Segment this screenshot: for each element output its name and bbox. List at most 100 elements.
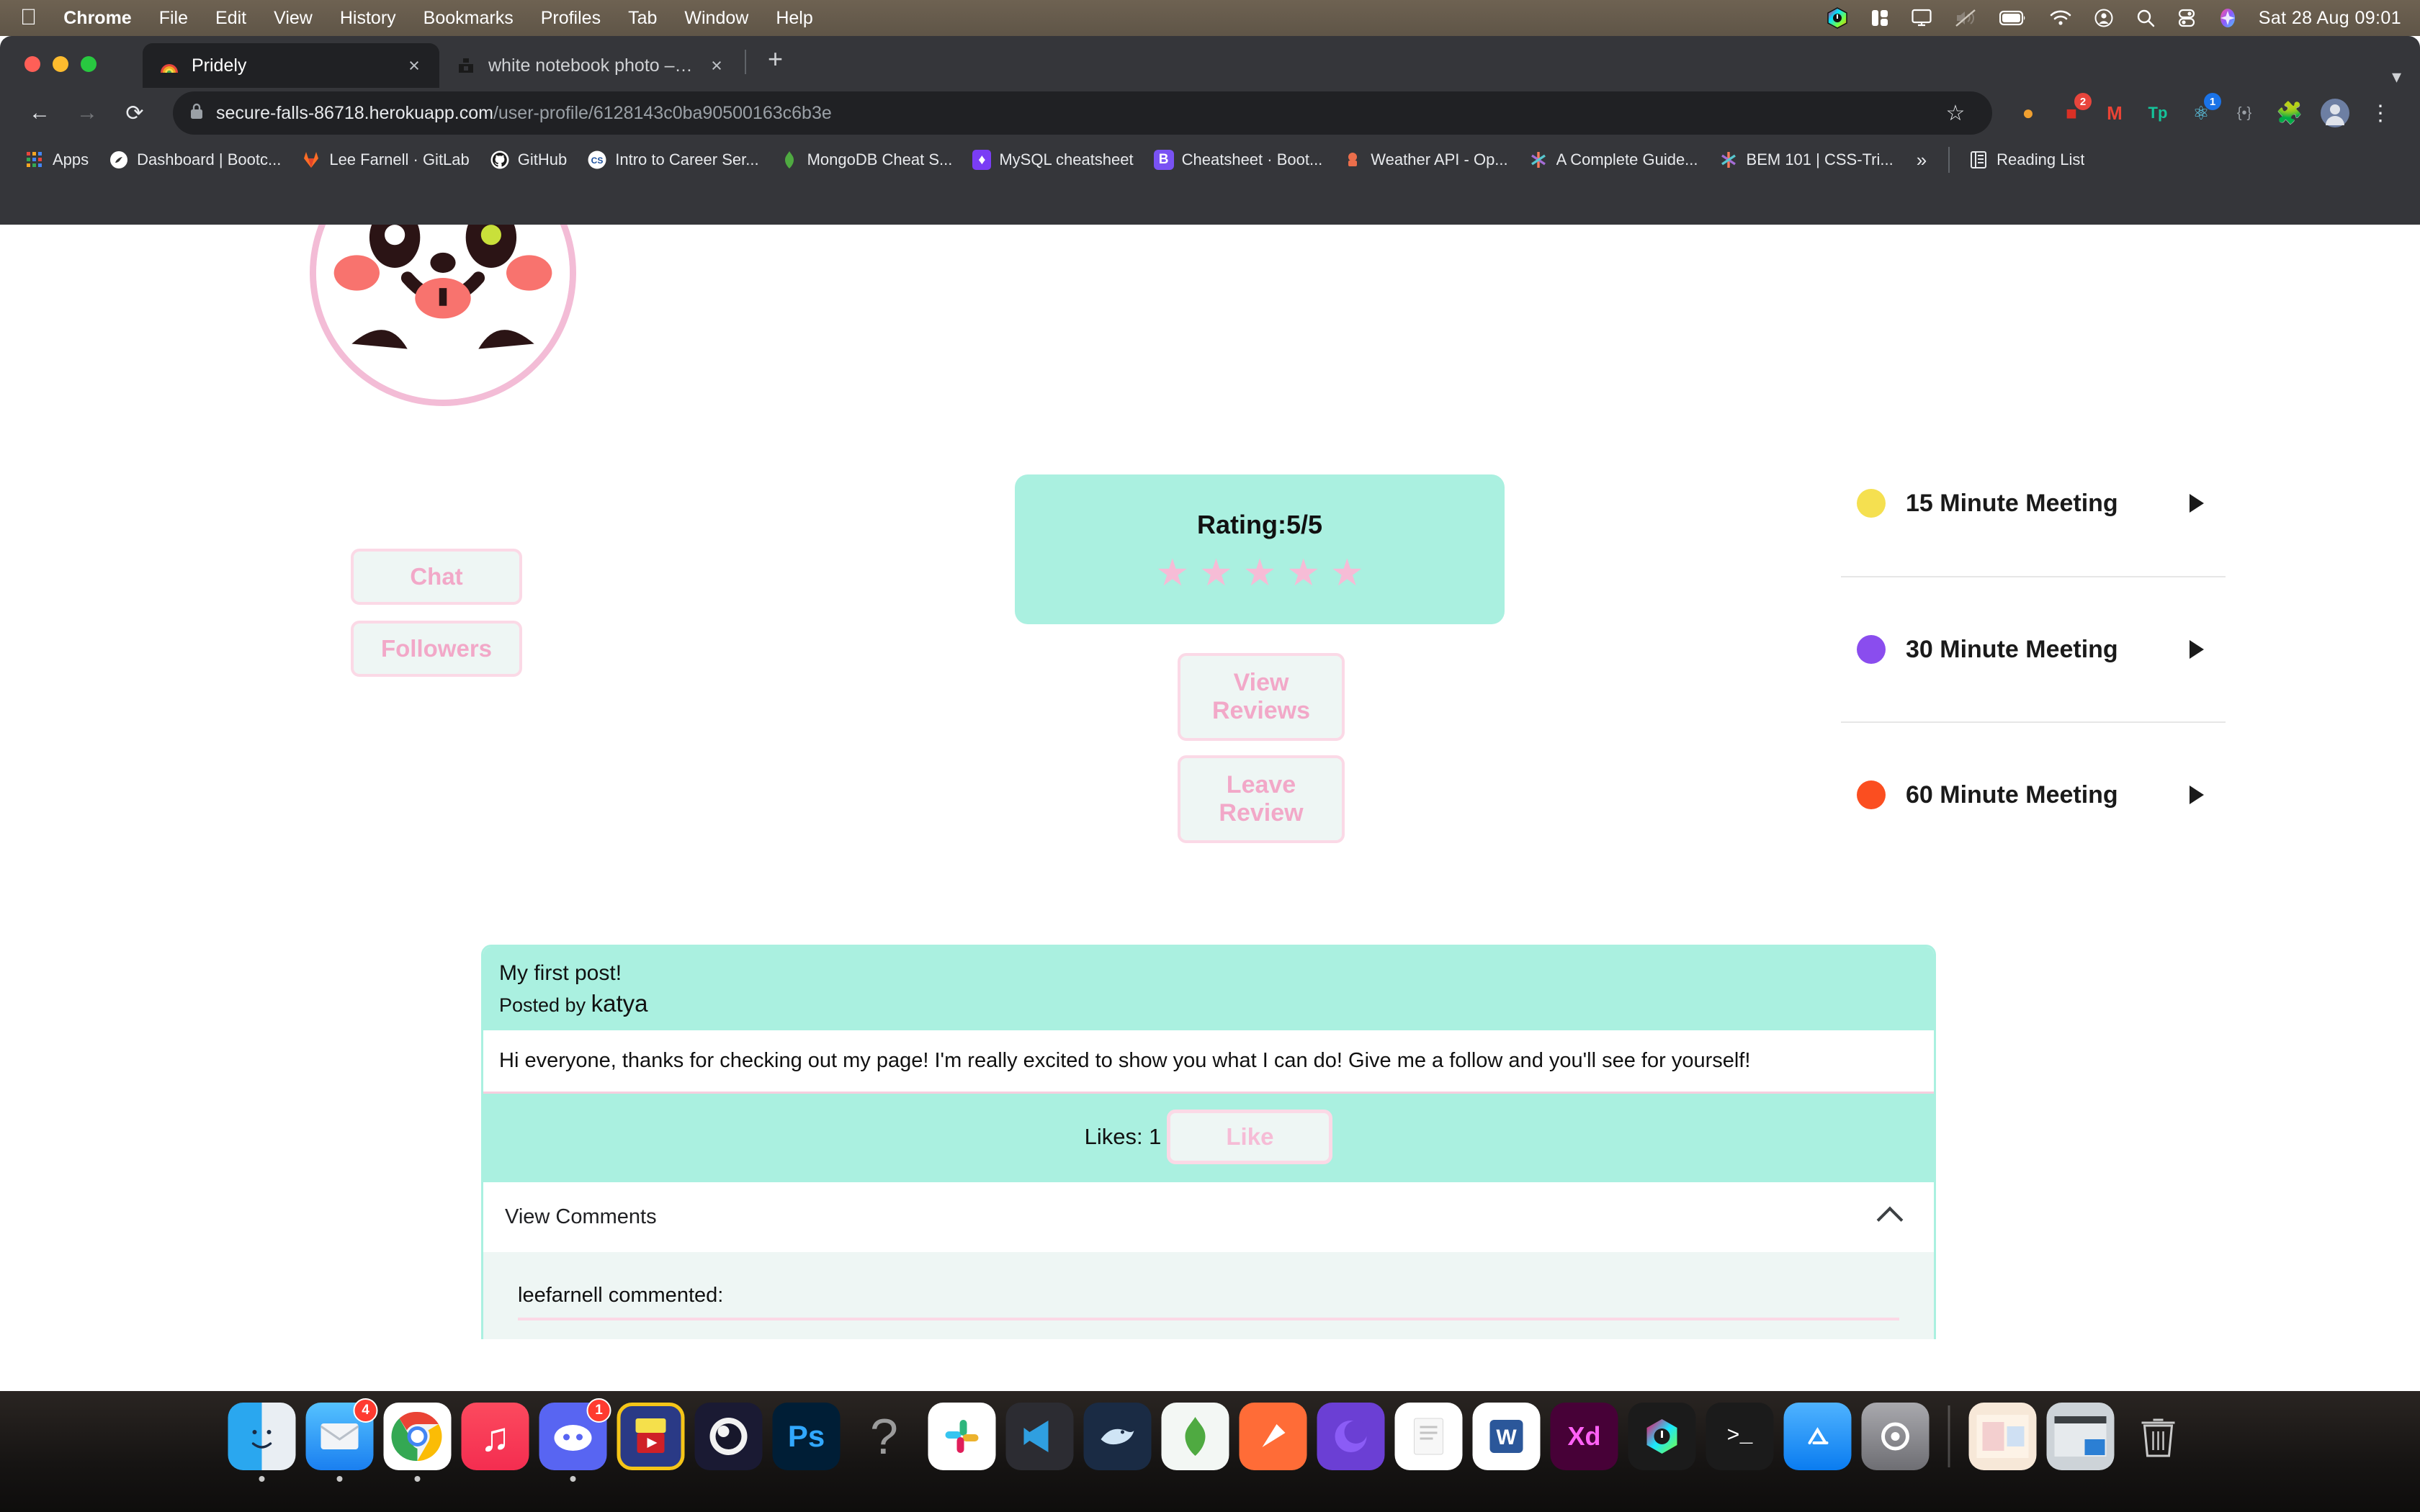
dock-item-finder[interactable] <box>228 1403 296 1470</box>
adblock-extension-icon[interactable]: ■2 <box>2053 94 2090 132</box>
chevron-right-icon[interactable] <box>2190 640 2204 659</box>
leave-review-button[interactable]: Leave Review <box>1178 755 1345 843</box>
bookmark-bootstrap[interactable]: B Cheatsheet · Boot... <box>1144 144 1333 176</box>
view-reviews-button[interactable]: View Reviews <box>1178 653 1345 741</box>
menu-file[interactable]: File <box>145 8 202 29</box>
dock-item-chrome[interactable] <box>384 1403 452 1470</box>
omnibox-right: ☆ <box>1935 92 1976 134</box>
extensions-puzzle-icon[interactable]: 🧩 <box>2269 92 2311 134</box>
menu-history[interactable]: History <box>326 8 410 29</box>
volume-muted-icon[interactable] <box>1943 9 1988 27</box>
menubar-clock[interactable]: Sat 28 Aug 09:01 <box>2249 8 2401 29</box>
bookmark-dashboard[interactable]: Dashboard | Bootc... <box>99 144 291 176</box>
menu-help[interactable]: Help <box>762 8 826 29</box>
dock-item-mail[interactable]: 4 <box>306 1403 374 1470</box>
dock-recent-notes-thumbnail[interactable] <box>1969 1403 2037 1470</box>
dock-item-obs[interactable] <box>695 1403 763 1470</box>
dock-item-adobe-xd[interactable]: Xd <box>1551 1403 1618 1470</box>
chevron-right-icon[interactable] <box>2190 494 2204 513</box>
dock-recent-window-thumbnail[interactable] <box>2047 1403 2115 1470</box>
display-icon[interactable] <box>1900 9 1943 27</box>
react-devtools-icon[interactable]: ⚛1 <box>2182 94 2220 132</box>
rgb-power-icon[interactable] <box>1815 7 1860 29</box>
minimize-window-button[interactable] <box>53 56 68 72</box>
menu-window[interactable]: Window <box>671 8 762 29</box>
dock-item-mongodb-compass[interactable] <box>1162 1403 1229 1470</box>
split-view-icon[interactable] <box>1860 9 1900 27</box>
bookmark-gitlab[interactable]: Lee Farnell · GitLab <box>291 144 479 176</box>
menu-edit[interactable]: Edit <box>202 8 260 29</box>
bookmark-github[interactable]: GitHub <box>480 144 577 176</box>
dock-item-vs-code[interactable] <box>1006 1403 1074 1470</box>
close-tab-button[interactable]: × <box>704 55 729 77</box>
meeting-color-dot <box>1857 635 1886 664</box>
bookmark-apps[interactable]: Apps <box>14 144 99 176</box>
bookmark-mysql[interactable]: ♦ MySQL cheatsheet <box>962 144 1143 176</box>
reload-button[interactable]: ⟳ <box>114 92 156 134</box>
dock-item-terminal[interactable]: >_ <box>1706 1403 1774 1470</box>
gmail-extension-icon[interactable]: M <box>2096 94 2133 132</box>
dock-item-insomnia[interactable] <box>1317 1403 1385 1470</box>
chat-button[interactable]: Chat <box>351 549 522 605</box>
meeting-item-30[interactable]: 30 Minute Meeting <box>1841 576 2226 721</box>
menu-view[interactable]: View <box>260 8 326 29</box>
spotlight-search-icon[interactable] <box>2125 9 2166 27</box>
meeting-item-15[interactable]: 15 Minute Meeting <box>1841 431 2226 576</box>
profile-avatar-icon[interactable] <box>2316 94 2354 132</box>
dock-item-word[interactable]: W <box>1473 1403 1541 1470</box>
forward-button[interactable]: → <box>66 92 108 134</box>
user-account-icon[interactable] <box>2083 9 2125 27</box>
menu-profiles[interactable]: Profiles <box>527 8 614 29</box>
menu-chrome[interactable]: Chrome <box>50 8 145 29</box>
dock-item-sequel-pro[interactable] <box>1084 1403 1152 1470</box>
comments-list: leefarnell commented: Hi Katya! I love y… <box>483 1252 1934 1339</box>
dock-item-pokemon-tcg[interactable] <box>617 1403 685 1470</box>
menu-bookmarks[interactable]: Bookmarks <box>410 8 527 29</box>
bookmark-bem-101[interactable]: BEM 101 | CSS-Tri... <box>1708 144 1904 176</box>
battery-icon[interactable] <box>1988 10 2038 26</box>
meeting-item-60[interactable]: 60 Minute Meeting <box>1841 721 2226 867</box>
tab-white-notebook-photo[interactable]: white notebook photo – Free Pi × <box>439 43 742 88</box>
dock-item-discord[interactable]: 1 <box>539 1403 607 1470</box>
close-tab-button[interactable]: × <box>402 55 426 77</box>
new-tab-button[interactable]: + <box>749 44 802 80</box>
dock-item-system-preferences[interactable] <box>1862 1403 1930 1470</box>
control-center-icon[interactable] <box>2166 9 2207 27</box>
address-bar[interactable]: secure-falls-86718.herokuapp.com/user-pr… <box>173 91 1992 135</box>
dock-item-music[interactable]: ♫ <box>462 1403 529 1470</box>
dock-item-photoshop[interactable]: Ps <box>773 1403 841 1470</box>
close-window-button[interactable] <box>24 56 40 72</box>
chrome-menu-icon[interactable]: ⋮ <box>2360 92 2401 134</box>
bookmark-weather-api[interactable]: Weather API - Op... <box>1332 144 1518 176</box>
like-button[interactable]: Like <box>1167 1110 1332 1164</box>
view-comments-toggle[interactable]: View Comments <box>483 1180 1934 1252</box>
chevron-up-icon[interactable] <box>1877 1206 1904 1233</box>
bookmark-complete-guide[interactable]: A Complete Guide... <box>1518 144 1708 176</box>
followers-button[interactable]: Followers <box>351 621 522 677</box>
post-author-name[interactable]: katya <box>591 990 648 1017</box>
back-button[interactable]: ← <box>19 92 60 134</box>
json-viewer-icon[interactable]: {•} <box>2226 94 2263 132</box>
bookmark-mongodb[interactable]: MongoDB Cheat S... <box>769 144 963 176</box>
chevron-right-icon[interactable] <box>2190 786 2204 804</box>
dock-item-slack[interactable] <box>928 1403 996 1470</box>
dock-item-help-viewer[interactable]: ? <box>851 1403 918 1470</box>
dock-item-app-store[interactable] <box>1784 1403 1852 1470</box>
grammarly-extension-icon[interactable]: Tp <box>2139 94 2177 132</box>
wifi-icon[interactable] <box>2038 9 2083 27</box>
dock-item-razer-synapse[interactable] <box>1628 1403 1696 1470</box>
honey-extension-icon[interactable]: ● <box>2009 94 2047 132</box>
menu-tab[interactable]: Tab <box>614 8 671 29</box>
bookmark-star-icon[interactable]: ☆ <box>1935 92 1976 134</box>
dock-item-trash[interactable] <box>2125 1403 2192 1470</box>
dock-item-pages[interactable] <box>1395 1403 1463 1470</box>
siri-icon[interactable] <box>2207 8 2249 28</box>
reading-list-button[interactable]: Reading List <box>1958 144 2094 176</box>
dock-item-postman[interactable] <box>1240 1403 1307 1470</box>
tab-pridely[interactable]: Pridely × <box>143 43 439 88</box>
maximize-window-button[interactable] <box>81 56 97 72</box>
apple-logo-icon[interactable]:  <box>20 6 50 31</box>
bookmarks-overflow-button[interactable]: » <box>1904 149 1940 171</box>
chevron-down-icon[interactable]: ▾ <box>2392 66 2401 88</box>
bookmark-career-services[interactable]: CS Intro to Career Ser... <box>577 144 768 176</box>
